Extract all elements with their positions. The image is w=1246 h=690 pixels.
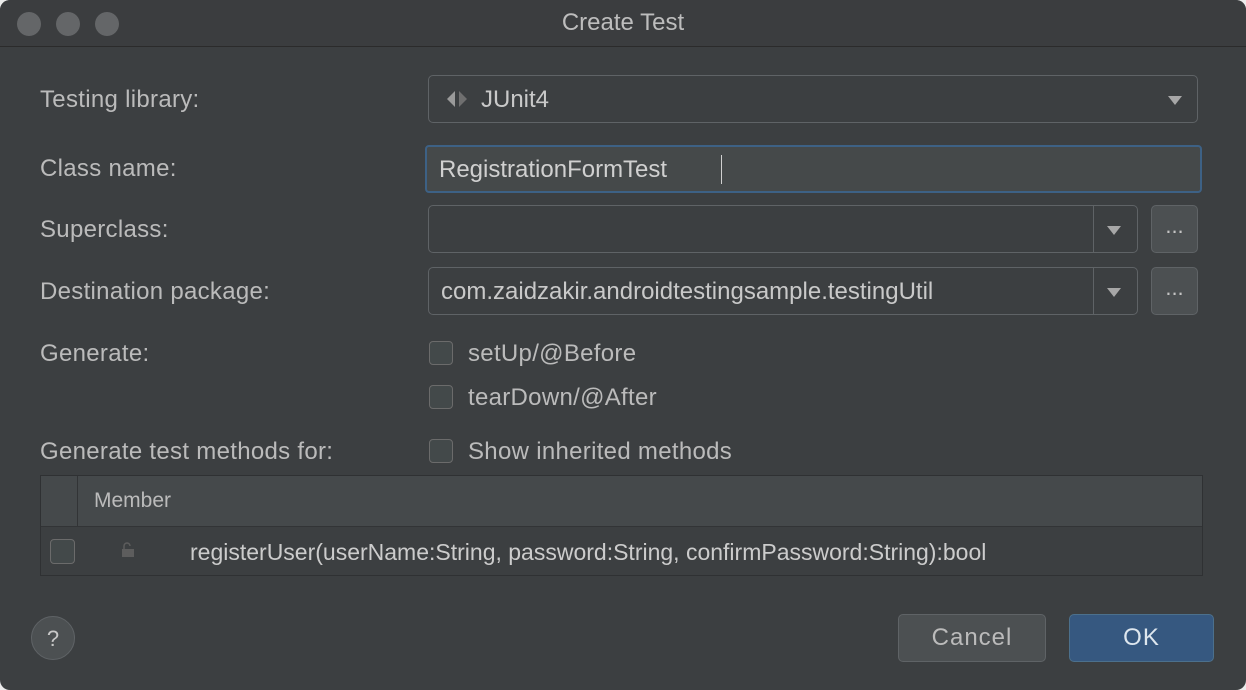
class-name-input[interactable]: RegistrationFormTest	[425, 145, 1202, 193]
member-row-checkbox[interactable]	[50, 539, 75, 564]
destination-package-label: Destination package:	[40, 278, 271, 305]
class-name-value: RegistrationFormTest	[439, 156, 668, 183]
superclass-browse-button[interactable]: ...	[1151, 205, 1198, 253]
setup-checkbox-label[interactable]: setUp/@Before	[468, 340, 636, 368]
checkbox-column-header	[41, 476, 78, 526]
destination-browse-button[interactable]: ...	[1151, 267, 1198, 315]
class-name-label: Class name:	[40, 155, 177, 182]
superclass-dropdown-icon[interactable]	[1107, 226, 1121, 235]
show-inherited-label[interactable]: Show inherited methods	[468, 438, 732, 466]
combo-separator	[1093, 206, 1094, 252]
testing-library-value: JUnit4	[481, 86, 550, 113]
generate-label: Generate:	[40, 340, 150, 367]
member-name: registerUser(userName:String, password:S…	[190, 539, 987, 565]
teardown-checkbox[interactable]	[429, 385, 453, 409]
destination-package-value: com.zaidzakir.androidtestingsample.testi…	[441, 278, 934, 305]
superclass-input[interactable]	[428, 205, 1138, 253]
show-inherited-checkbox[interactable]	[429, 439, 453, 463]
junit-icon	[447, 91, 467, 107]
member-column-header[interactable]: Member	[94, 489, 171, 513]
setup-checkbox[interactable]	[429, 341, 453, 365]
destination-dropdown-icon[interactable]	[1107, 288, 1121, 297]
table-header: Member	[41, 476, 1202, 527]
create-test-dialog: Create Test Testing library: JUnit4 Clas…	[0, 0, 1246, 690]
generate-methods-label: Generate test methods for:	[40, 438, 334, 465]
teardown-checkbox-label[interactable]: tearDown/@After	[468, 384, 657, 412]
help-icon: ?	[46, 626, 60, 651]
combo-separator	[1093, 268, 1094, 314]
ok-button[interactable]: OK	[1069, 614, 1214, 662]
superclass-label: Superclass:	[40, 216, 169, 243]
lock-icon	[122, 542, 134, 557]
table-row[interactable]: registerUser(userName:String, password:S…	[41, 527, 1202, 575]
testing-library-label: Testing library:	[40, 86, 200, 113]
title-bar: Create Test	[0, 0, 1246, 47]
testing-library-select[interactable]: JUnit4	[428, 75, 1198, 123]
help-button[interactable]: ?	[31, 616, 75, 660]
destination-package-input[interactable]: com.zaidzakir.androidtestingsample.testi…	[428, 267, 1138, 315]
window-title: Create Test	[561, 9, 685, 36]
cancel-button[interactable]: Cancel	[898, 614, 1046, 662]
text-caret	[721, 155, 722, 184]
chevron-down-icon	[1168, 96, 1182, 105]
members-table: Member registerUser(userName:String, pas…	[40, 475, 1203, 576]
